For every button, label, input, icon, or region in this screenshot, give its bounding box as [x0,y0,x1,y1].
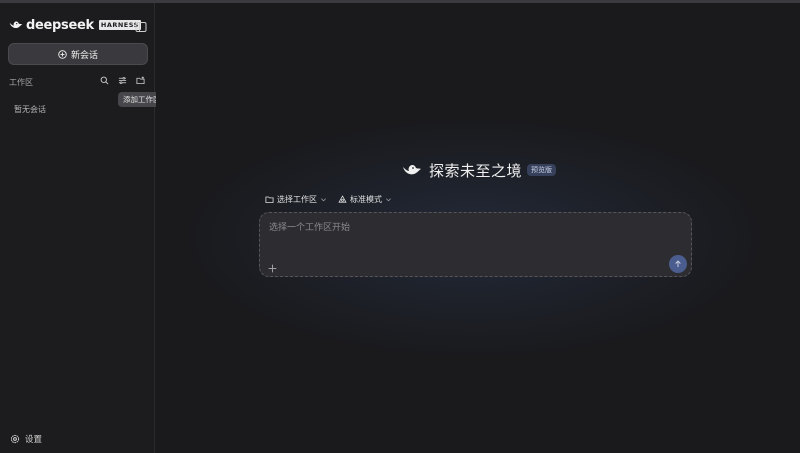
whale-logo-icon [9,21,23,29]
gear-icon [10,434,20,444]
workspace-actions [100,76,145,85]
filter-icon[interactable] [118,76,127,85]
brand-name: deepseek [26,17,94,33]
settings-button[interactable]: 设置 [10,433,42,445]
mode-selector-label: 标准模式 [350,195,382,204]
sidebar: deepseek HARNESS 新会话 工作区 暂无会话 设置 [0,3,155,453]
workspace-header: 工作区 [9,75,147,89]
workspace-selector-label: 选择工作区 [277,195,317,204]
composer [259,212,692,277]
whale-logo-icon [403,164,421,175]
chevron-down-icon [321,198,326,202]
plus-icon[interactable] [267,259,278,273]
empty-state-text: 暂无会话 [14,105,46,114]
mode-selector[interactable]: 标准模式 [338,194,392,205]
folder-plus-icon[interactable] [136,76,145,85]
sidebar-toggle-icon[interactable] [135,18,147,32]
preview-badge: 预览版 [527,164,557,176]
composer-selectors: 选择工作区 标准模式 [265,194,403,205]
brand: deepseek HARNESS [9,17,141,33]
plus-circle-icon [58,49,67,59]
search-icon[interactable] [100,76,109,85]
new-chat-label: 新会话 [70,50,98,61]
main-area: 探索未至之境 预览版 选择工作区 标准模式 [156,3,800,453]
hero: 探索未至之境 预览版 [402,160,557,180]
arrow-up-icon [675,260,681,267]
new-chat-button[interactable]: 新会话 [8,43,148,65]
recycle-icon [338,195,347,203]
hero-title: 探索未至之境 [429,161,523,180]
chevron-down-icon [386,198,391,202]
message-input[interactable] [269,221,669,235]
workspace-label: 工作区 [9,77,33,87]
workspace-selector[interactable]: 选择工作区 [265,194,327,205]
send-button[interactable] [669,255,687,273]
folder-icon [265,196,274,203]
settings-label: 设置 [25,435,43,445]
